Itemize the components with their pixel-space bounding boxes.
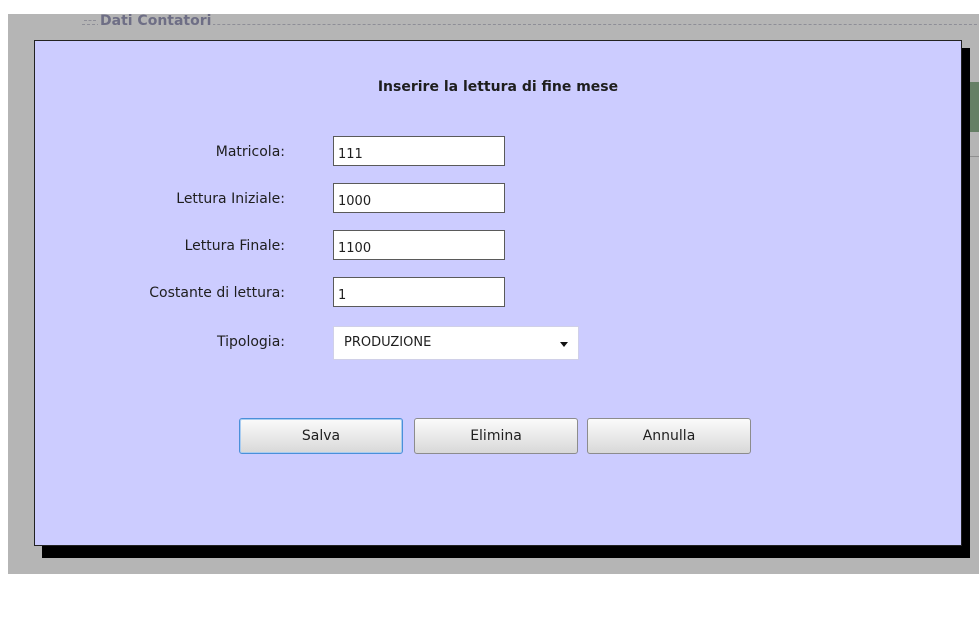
overlay-edge-left bbox=[0, 0, 8, 574]
field-row-costante: Costante di lettura: bbox=[35, 277, 961, 311]
costante-input[interactable] bbox=[333, 277, 505, 307]
lettura-iniziale-label: Lettura Iniziale: bbox=[176, 191, 285, 207]
delete-button[interactable]: Elimina bbox=[414, 418, 578, 454]
matricola-label: Matricola: bbox=[215, 144, 285, 160]
save-button[interactable]: Salva bbox=[239, 418, 403, 454]
field-row-matricola: Matricola: bbox=[35, 136, 961, 170]
dialog-title: Inserire la lettura di fine mese bbox=[377, 79, 619, 95]
costante-label: Costante di lettura: bbox=[149, 285, 285, 301]
lettura-finale-input[interactable] bbox=[333, 230, 505, 260]
field-row-lettura-iniziale: Lettura Iniziale: bbox=[35, 183, 961, 217]
tipologia-select[interactable]: PRODUZIONE bbox=[333, 326, 579, 360]
field-row-tipologia: Tipologia: PRODUZIONE bbox=[35, 326, 961, 360]
reading-dialog: Inserire la lettura di fine mese Matrico… bbox=[34, 40, 962, 546]
tipologia-label: Tipologia: bbox=[217, 334, 285, 350]
chevron-down-icon bbox=[560, 342, 568, 347]
lettura-finale-label: Lettura Finale: bbox=[184, 238, 285, 254]
cancel-button[interactable]: Annulla bbox=[587, 418, 751, 454]
lettura-iniziale-input[interactable] bbox=[333, 183, 505, 213]
overlay-edge-top bbox=[0, 0, 979, 14]
tipologia-selected-value: PRODUZIONE bbox=[344, 335, 432, 350]
field-row-lettura-finale: Lettura Finale: bbox=[35, 230, 961, 264]
matricola-input[interactable] bbox=[333, 136, 505, 166]
